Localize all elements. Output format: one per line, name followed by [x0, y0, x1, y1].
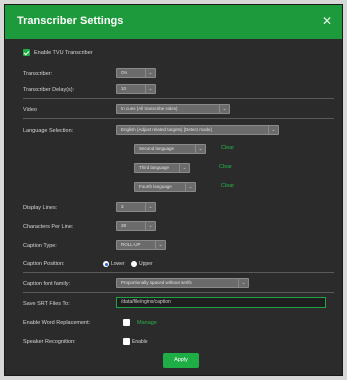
caption-type-label: Caption Type: — [23, 243, 57, 249]
speaker-recognition-checkbox[interactable] — [123, 338, 130, 345]
chars-per-line-value: 28 — [121, 223, 127, 228]
chevron-down-icon: ⌄ — [185, 183, 195, 191]
display-lines-label: Display Lines: — [23, 205, 58, 211]
clear-second-language-link[interactable]: Clear — [221, 145, 234, 151]
transcriber-delay-label: Transcriber Delay(s): — [23, 87, 75, 93]
dialog-title: Transcriber Settings — [17, 15, 124, 27]
third-language-select[interactable]: Third language ⌄ — [134, 163, 190, 173]
video-label: Video — [23, 107, 37, 113]
chevron-down-icon: ⌄ — [195, 145, 205, 153]
fourth-language-value: Fourth language — [139, 184, 172, 189]
chevron-down-icon: ⌄ — [145, 203, 155, 211]
apply-button[interactable]: Apply — [163, 353, 199, 368]
caption-position-upper-radio[interactable] — [131, 261, 137, 267]
save-srt-path-input[interactable]: /data/file/nginx/caption — [116, 297, 326, 308]
divider — [23, 118, 334, 119]
manage-word-replacement-link[interactable]: Manage — [137, 320, 157, 326]
caption-font-value: Proportionally spaced without serifs — [121, 280, 192, 285]
chevron-down-icon: ⌄ — [268, 126, 278, 134]
chars-per-line-select[interactable]: 28 ⌄ — [116, 221, 156, 231]
chevron-down-icon: ⌄ — [238, 279, 248, 287]
transcriber-value: On — [121, 70, 128, 75]
video-select[interactable]: In cues (All transcribe sides) ⌄ — [116, 104, 230, 114]
enable-tvu-checkbox[interactable] — [23, 49, 30, 56]
transcriber-delay-value: 10 — [121, 86, 127, 91]
caption-font-label: Caption font family: — [23, 281, 71, 287]
primary-language-value: English (Adjust related targets) [Detect… — [121, 127, 212, 132]
transcriber-label: Transcriber: — [23, 71, 53, 77]
clear-third-language-link[interactable]: Clear — [219, 164, 232, 170]
third-language-value: Third language — [139, 165, 170, 170]
chevron-down-icon: ⌄ — [145, 85, 155, 93]
transcriber-select[interactable]: On ⌄ — [116, 68, 156, 78]
word-replacement-checkbox[interactable] — [123, 319, 130, 326]
caption-type-select[interactable]: ROLL-UP ⌄ — [116, 240, 166, 250]
clear-fourth-language-link[interactable]: Clear — [221, 183, 234, 189]
caption-type-value: ROLL-UP — [121, 242, 141, 247]
caption-font-select[interactable]: Proportionally spaced without serifs ⌄ — [116, 278, 249, 288]
transcriber-delay-select[interactable]: 10 ⌄ — [116, 84, 156, 94]
second-language-select[interactable]: Second language ⌄ — [134, 144, 206, 154]
display-lines-value: 3 — [121, 204, 124, 209]
caption-position-label: Caption Position: — [23, 261, 65, 267]
divider — [23, 98, 334, 99]
dialog-title-bar: Transcriber Settings ✕ — [5, 5, 342, 39]
display-lines-select[interactable]: 3 ⌄ — [116, 202, 156, 212]
language-selection-label: Language Selection: — [23, 128, 74, 134]
close-icon[interactable]: ✕ — [320, 14, 334, 28]
caption-position-lower-label: Lower — [111, 261, 125, 267]
chevron-down-icon: ⌄ — [155, 241, 165, 249]
primary-language-select[interactable]: English (Adjust related targets) [Detect… — [116, 125, 279, 135]
word-replacement-label: Enable Word Replacement: — [23, 320, 91, 326]
video-value: In cues (All transcribe sides) — [121, 106, 178, 111]
save-srt-label: Save SRT Files To: — [23, 301, 70, 307]
chevron-down-icon: ⌄ — [145, 69, 155, 77]
chars-per-line-label: Characters Per Line: — [23, 224, 74, 230]
transcriber-settings-dialog: Transcriber Settings ✕ Enable TVU Transc… — [4, 4, 343, 376]
fourth-language-select[interactable]: Fourth language ⌄ — [134, 182, 196, 192]
chevron-down-icon: ⌄ — [145, 222, 155, 230]
divider — [23, 272, 334, 273]
chevron-down-icon: ⌄ — [179, 164, 189, 172]
chevron-down-icon: ⌄ — [219, 105, 229, 113]
caption-position-upper-label: Upper — [139, 261, 153, 267]
caption-position-lower-radio[interactable] — [103, 261, 109, 267]
speaker-recognition-enable-label: Enable — [132, 339, 148, 345]
speaker-recognition-label: Speaker Recognition: — [23, 339, 76, 345]
second-language-value: Second language — [139, 146, 175, 151]
divider — [23, 292, 334, 293]
enable-tvu-label: Enable TVU Transcriber — [34, 50, 93, 56]
